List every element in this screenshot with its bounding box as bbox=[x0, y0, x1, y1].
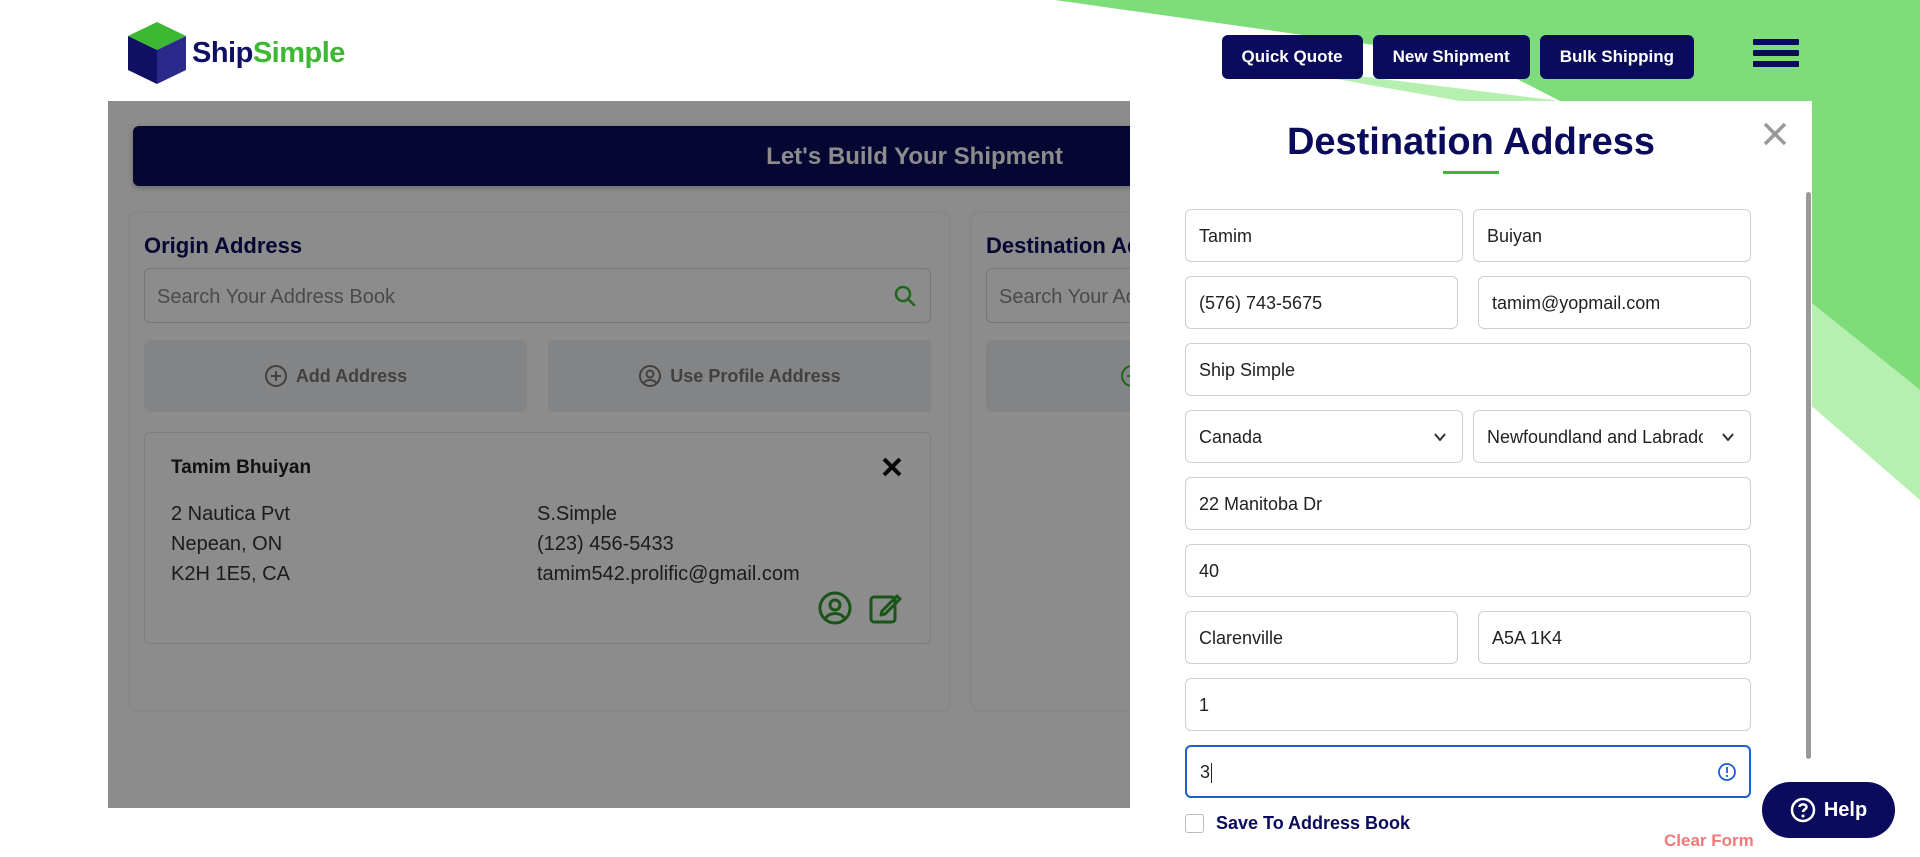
destination-address-drawer: Destination Address Tamim Buiyan (576) 7… bbox=[1130, 101, 1812, 857]
validation-info-icon bbox=[1718, 763, 1736, 781]
bulk-shipping-button[interactable]: Bulk Shipping bbox=[1539, 35, 1694, 79]
header-actions: Quick Quote New Shipment Bulk Shipping bbox=[1221, 35, 1694, 79]
text-cursor bbox=[1211, 763, 1213, 784]
first-name-field[interactable]: Tamim bbox=[1185, 209, 1463, 262]
chevron-down-icon bbox=[1434, 433, 1446, 442]
hamburger-icon[interactable] bbox=[1753, 39, 1799, 75]
country-select[interactable]: Canada bbox=[1185, 410, 1463, 463]
new-shipment-button[interactable]: New Shipment bbox=[1372, 35, 1530, 79]
save-address-label: Save To Address Book bbox=[1216, 813, 1411, 833]
additional-field-2-value: 3 bbox=[1200, 762, 1211, 782]
save-to-address-book-row[interactable]: Save To Address Book bbox=[1185, 813, 1410, 834]
cube-logo-icon bbox=[128, 22, 186, 84]
title-underline bbox=[1443, 171, 1499, 174]
close-icon[interactable] bbox=[1762, 121, 1788, 147]
postal-code-field[interactable]: A5A 1K4 bbox=[1478, 611, 1751, 664]
modal-overlay[interactable] bbox=[108, 101, 1131, 808]
quick-quote-button[interactable]: Quick Quote bbox=[1221, 35, 1363, 79]
save-address-checkbox[interactable] bbox=[1185, 814, 1204, 833]
province-select[interactable]: Newfoundland and Labrador bbox=[1473, 410, 1751, 463]
chevron-down-icon bbox=[1722, 433, 1734, 442]
phone-field[interactable]: (576) 743-5675 bbox=[1185, 276, 1458, 329]
additional-field-1[interactable]: 1 bbox=[1185, 678, 1751, 731]
additional-field-2[interactable]: 3 bbox=[1185, 745, 1751, 798]
last-name-field[interactable]: Buiyan bbox=[1473, 209, 1751, 262]
brand-name: ShipSimple bbox=[192, 36, 345, 69]
help-button[interactable]: Help bbox=[1762, 782, 1895, 838]
company-field[interactable]: Ship Simple bbox=[1185, 343, 1751, 396]
drawer-scrollbar[interactable] bbox=[1806, 192, 1811, 759]
question-circle-icon bbox=[1790, 797, 1816, 823]
city-field[interactable]: Clarenville bbox=[1185, 611, 1458, 664]
drawer-title: Destination Address bbox=[1286, 121, 1656, 163]
street-address-field[interactable]: 22 Manitoba Dr bbox=[1185, 477, 1751, 530]
help-label: Help bbox=[1823, 798, 1868, 821]
email-field[interactable]: tamim@yopmail.com bbox=[1478, 276, 1751, 329]
brand-logo[interactable]: ShipSimple bbox=[126, 20, 345, 86]
clear-form-button[interactable]: Clear Form bbox=[1664, 831, 1754, 851]
unit-field[interactable]: 40 bbox=[1185, 544, 1751, 597]
